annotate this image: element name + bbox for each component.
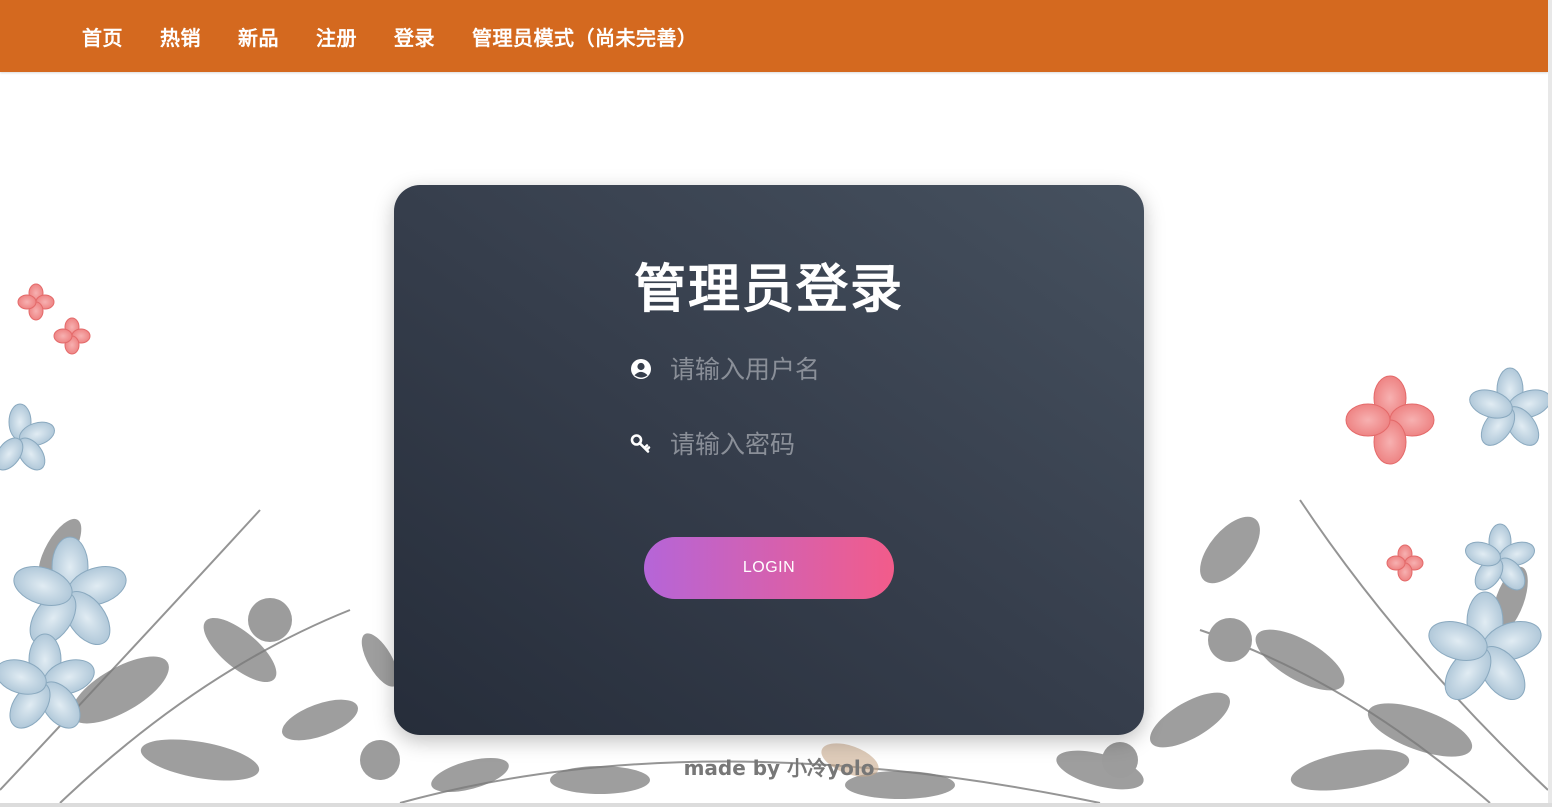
top-navbar: 首页 热销 新品 注册 登录 管理员模式（尚未完善）: [0, 0, 1548, 72]
password-field: [630, 422, 930, 466]
nav-item-register[interactable]: 注册: [316, 22, 357, 51]
nav-item-admin-mode[interactable]: 管理员模式（尚未完善）: [472, 22, 698, 51]
key-icon: [630, 433, 652, 455]
password-input[interactable]: [668, 428, 922, 460]
login-title: 管理员登录: [633, 260, 904, 320]
username-field: [630, 347, 930, 391]
nav-menu: 首页 热销 新品 注册 登录 管理员模式（尚未完善）: [82, 0, 735, 72]
bottom-edge: [0, 803, 1552, 807]
nav-item-new-products[interactable]: 新品: [238, 22, 279, 51]
nav-item-home[interactable]: 首页: [82, 22, 123, 51]
user-circle-icon: [630, 358, 652, 380]
nav-item-login[interactable]: 登录: [394, 22, 435, 51]
scrollbar-edge: [1548, 0, 1552, 807]
nav-item-hot-sale[interactable]: 热销: [160, 22, 201, 51]
username-input[interactable]: [668, 353, 922, 385]
footer-credit: made by 小冷yolo: [683, 756, 875, 780]
page: 首页 热销 新品 注册 登录 管理员模式（尚未完善） 管理员登录 请输入用户名 …: [0, 0, 1552, 807]
login-button[interactable]: LOGIN: [644, 537, 894, 599]
admin-login-card: 管理员登录 LOGIN: [394, 185, 1144, 735]
